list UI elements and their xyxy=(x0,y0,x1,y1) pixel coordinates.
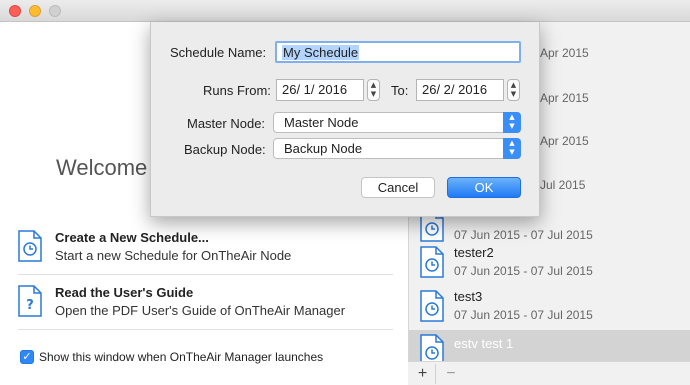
backup-node-select[interactable]: Backup Node ▲ ▼ xyxy=(273,138,521,159)
close-window-button[interactable] xyxy=(9,5,21,17)
to-date-stepper[interactable]: ▲ ▼ xyxy=(507,79,520,101)
add-schedule-button[interactable]: + xyxy=(410,364,436,384)
schedule-date-partial: Apr 2015 xyxy=(540,134,589,148)
runs-from-label: Runs From: xyxy=(203,83,271,98)
svg-text:?: ? xyxy=(26,298,34,313)
divider xyxy=(18,329,393,330)
schedule-doc-icon xyxy=(18,230,42,267)
schedule-name: tester2 xyxy=(454,245,494,260)
schedule-date-partial: Jul 2015 xyxy=(540,178,586,192)
create-schedule-action[interactable]: Create a New Schedule... Start a new Sch… xyxy=(18,230,398,276)
to-label: To: xyxy=(391,83,409,98)
schedule-list-item[interactable]: tester2 07 Jun 2015 - 07 Jul 2015 xyxy=(409,242,690,288)
schedule-doc-icon xyxy=(420,246,444,283)
schedule-dates: 07 Jun 2015 - 07 Jul 2015 xyxy=(454,264,593,278)
minimize-window-button[interactable] xyxy=(29,5,41,17)
list-toolbar: + − xyxy=(408,361,690,385)
cancel-button[interactable]: Cancel xyxy=(361,177,435,198)
chevron-updown-icon: ▲ ▼ xyxy=(503,138,521,159)
new-schedule-sheet: Schedule Name: My Schedule Runs From: 26… xyxy=(150,22,540,217)
zoom-window-button[interactable] xyxy=(49,5,61,17)
title-bar xyxy=(0,0,690,22)
master-node-value: Master Node xyxy=(284,115,359,130)
schedule-name-label: Schedule Name: xyxy=(170,45,267,60)
divider xyxy=(18,274,393,275)
create-schedule-title: Create a New Schedule... xyxy=(55,230,209,245)
to-date-field[interactable]: 26/ 2/ 2016 xyxy=(416,79,504,101)
backup-node-value: Backup Node xyxy=(284,141,363,156)
runs-from-stepper[interactable]: ▲ ▼ xyxy=(367,79,380,101)
master-node-label: Master Node: xyxy=(187,116,266,131)
schedule-list-item-selected[interactable]: estv test 1 xyxy=(409,330,690,366)
chevron-updown-icon: ▲ ▼ xyxy=(503,112,521,133)
help-doc-icon: ? xyxy=(18,285,42,322)
schedule-dates: 07 Jun 2015 - 07 Jul 2015 xyxy=(454,228,593,242)
read-guide-title: Read the User's Guide xyxy=(55,285,194,300)
schedule-date-partial: Apr 2015 xyxy=(540,91,589,105)
master-node-select[interactable]: Master Node ▲ ▼ xyxy=(273,112,521,133)
create-schedule-subtitle: Start a new Schedule for OnTheAir Node xyxy=(55,248,292,263)
schedule-name-input[interactable]: My Schedule xyxy=(275,41,521,63)
schedule-name-value: My Schedule xyxy=(282,45,360,60)
read-guide-subtitle: Open the PDF User's Guide of OnTheAir Ma… xyxy=(55,303,346,318)
schedule-dates: 07 Jun 2015 - 07 Jul 2015 xyxy=(454,308,593,322)
runs-from-date-field[interactable]: 26/ 1/ 2016 xyxy=(276,79,364,101)
schedule-date-partial: Apr 2015 xyxy=(540,46,589,60)
read-guide-action[interactable]: ? Read the User's Guide Open the PDF Use… xyxy=(18,285,398,331)
welcome-title: Welcome xyxy=(56,155,148,180)
schedule-name: test3 xyxy=(454,289,483,304)
schedule-name: estv test 1 xyxy=(454,336,514,351)
remove-schedule-button[interactable]: − xyxy=(438,364,464,384)
ok-button[interactable]: OK xyxy=(447,177,521,198)
backup-node-label: Backup Node: xyxy=(184,142,266,157)
show-on-launch-checkbox[interactable]: ✓ xyxy=(20,350,34,364)
schedule-list-item[interactable]: test3 07 Jun 2015 - 07 Jul 2015 xyxy=(409,286,690,332)
show-on-launch-label: Show this window when OnTheAir Manager l… xyxy=(39,350,324,364)
schedule-doc-icon xyxy=(420,290,444,327)
